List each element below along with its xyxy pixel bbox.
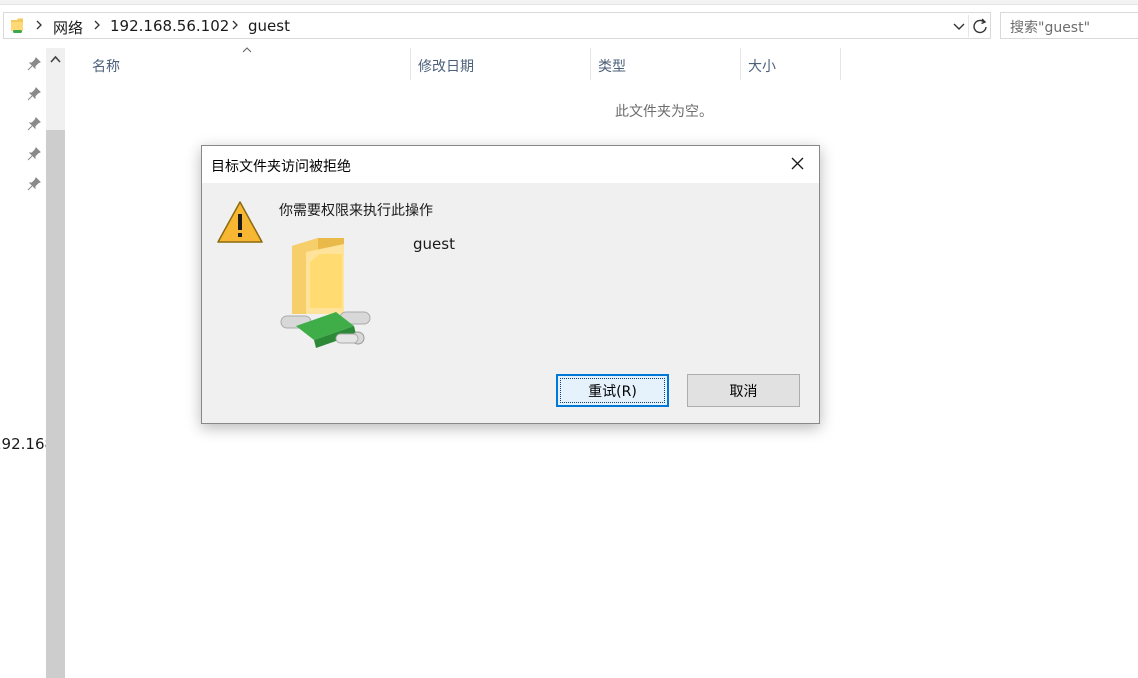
refresh-icon[interactable] (968, 15, 991, 37)
cancel-button[interactable]: 取消 (687, 374, 800, 407)
column-divider[interactable] (740, 48, 741, 80)
dialog-message: 你需要权限来执行此操作 (279, 203, 433, 219)
column-divider[interactable] (840, 48, 841, 80)
column-divider[interactable] (590, 48, 591, 80)
column-header-modified[interactable]: 修改日期 (418, 56, 474, 76)
pin-icon[interactable] (27, 147, 41, 161)
breadcrumb-guest[interactable]: guest (248, 17, 290, 35)
warning-icon (217, 201, 263, 243)
empty-folder-message: 此文件夹为空。 (615, 104, 713, 120)
pin-icon[interactable] (27, 117, 41, 131)
column-header-size[interactable]: 大小 (748, 56, 776, 76)
dialog-folder-name: guest (413, 235, 455, 253)
nav-item-network-host[interactable]: 192.168 (0, 435, 46, 453)
pin-icon[interactable] (27, 57, 41, 71)
chevron-right-icon[interactable] (34, 18, 44, 32)
access-denied-dialog: 目标文件夹访问被拒绝 你需要权限来执行此操作 guest 重试(R) 取消 (201, 145, 820, 424)
address-bar[interactable]: 网络 192.168.56.102 guest (3, 12, 991, 39)
breadcrumb-network[interactable]: 网络 (53, 17, 83, 38)
retry-button[interactable]: 重试(R) (556, 374, 669, 407)
dialog-title: 目标文件夹访问被拒绝 (211, 159, 351, 175)
search-input[interactable]: 搜索"guest" (1000, 12, 1138, 39)
window-top-strip (0, 0, 1138, 5)
breadcrumb-host[interactable]: 192.168.56.102 (110, 17, 229, 35)
chevron-down-icon[interactable] (952, 17, 966, 35)
pin-icon[interactable] (27, 177, 41, 191)
column-divider[interactable] (410, 48, 411, 80)
scroll-up-icon[interactable] (49, 54, 62, 66)
search-placeholder: 搜索"guest" (1010, 20, 1091, 36)
column-header-type[interactable]: 类型 (598, 56, 626, 76)
column-header-name[interactable]: 名称 (92, 56, 120, 76)
nav-scrollbar-thumb[interactable] (46, 130, 65, 678)
chevron-right-icon[interactable] (230, 18, 240, 32)
network-folder-icon (11, 18, 23, 33)
chevron-right-icon[interactable] (92, 18, 102, 32)
network-folder-icon (280, 238, 371, 348)
pin-icon[interactable] (27, 87, 41, 101)
close-icon[interactable] (776, 147, 818, 181)
dialog-titlebar[interactable]: 目标文件夹访问被拒绝 (202, 146, 819, 183)
sort-up-icon (242, 47, 252, 53)
